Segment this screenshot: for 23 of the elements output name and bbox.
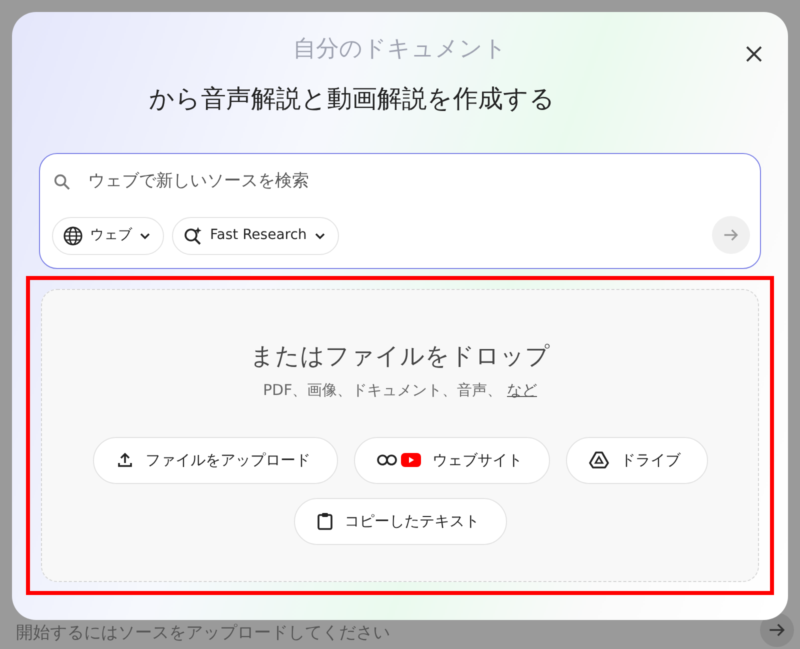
upload-icon bbox=[116, 451, 134, 469]
sparkle-search-icon bbox=[183, 226, 203, 246]
send-button[interactable] bbox=[760, 613, 794, 647]
source-button[interactable]: コピーしたテキスト bbox=[294, 498, 506, 544]
dialog-title: から音声解説と動画解説を作成する bbox=[149, 83, 556, 115]
filter-chip[interactable]: ウェブ bbox=[52, 216, 164, 254]
video-play-icon bbox=[400, 453, 420, 467]
search-field[interactable]: ウェブで新しいソースを検索 ウェブ Fast Research bbox=[39, 153, 761, 269]
globe-icon bbox=[63, 226, 83, 246]
submit-button[interactable] bbox=[712, 216, 750, 254]
drop-zone[interactable]: またはファイルをドロップ PDF、画像、ドキュメント、音声、 など ファイルをアップロード ウェブサイト ドライブ コピーしたテキスト bbox=[41, 289, 759, 582]
more-link[interactable]: など bbox=[507, 381, 537, 399]
source-button[interactable]: ファイルをアップロード bbox=[92, 436, 338, 484]
clipboard-icon bbox=[316, 512, 332, 530]
source-button[interactable]: ウェブサイト bbox=[354, 436, 550, 484]
link-icon bbox=[376, 454, 396, 466]
filter-chip[interactable]: Fast Research bbox=[172, 216, 339, 254]
drop-heading: またはファイルをドロップ bbox=[250, 341, 550, 372]
page-title: 自分のドキュメント bbox=[293, 35, 507, 64]
search-icon bbox=[52, 172, 72, 192]
triangle-icon bbox=[588, 451, 608, 469]
source-button[interactable]: ドライブ bbox=[566, 436, 708, 484]
file-types-text: PDF、画像、ドキュメント、音声、 など bbox=[262, 380, 537, 401]
